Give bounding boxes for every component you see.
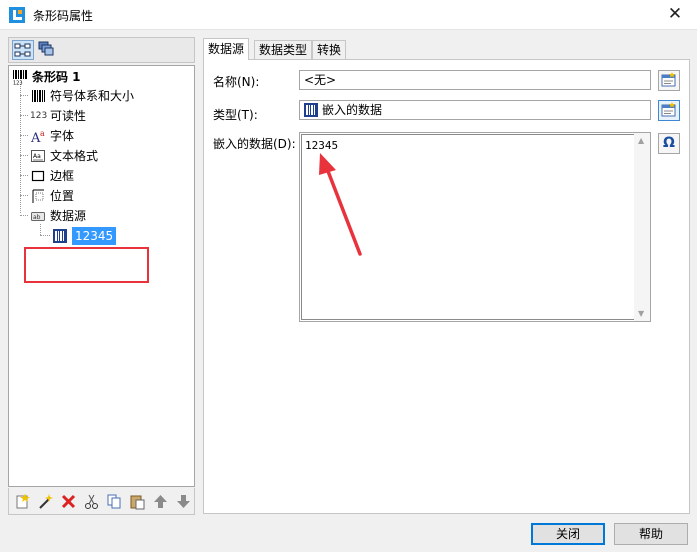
readable-123-icon: 123 <box>30 111 48 121</box>
tree-item-label: 位置 <box>50 189 75 203</box>
svg-text:a: a <box>40 129 45 138</box>
edit-properties-icon <box>661 72 676 87</box>
scroll-down-icon[interactable]: ▼ <box>638 309 644 318</box>
type-label: 类型(T): <box>213 108 258 122</box>
name-field[interactable]: <无> <box>299 70 651 90</box>
name-edit-button[interactable] <box>658 70 680 91</box>
annotation-arrow <box>319 153 362 256</box>
title-bar: 条形码属性 ✕ <box>0 0 697 30</box>
embedded-data-type-icon <box>304 103 318 117</box>
structure-view-button[interactable] <box>12 40 34 60</box>
name-label: 名称(N): <box>213 75 260 89</box>
move-down-icon[interactable] <box>175 493 192 510</box>
left-panel: 123 条形码 1 符号体系和大小 123 可读性 A a 字体 Aa 文本格式… <box>8 37 195 515</box>
font-icon: A a <box>30 129 45 144</box>
text-format-icon: Aa <box>31 150 45 162</box>
copy-icon[interactable] <box>106 493 123 510</box>
move-up-icon[interactable] <box>152 493 169 510</box>
tree-item-label: 文本格式 <box>50 149 99 163</box>
tab-data-type[interactable]: 数据类型 <box>254 40 313 60</box>
tree-actions-toolbar <box>8 488 195 515</box>
type-edit-button[interactable] <box>658 100 680 121</box>
paste-icon[interactable] <box>129 493 146 510</box>
selected-tree-item-label: 12345 <box>72 227 117 245</box>
cut-icon[interactable] <box>83 493 100 510</box>
tree-root-label: 条形码 1 <box>32 70 81 84</box>
scroll-up-icon[interactable]: ▲ <box>638 136 644 145</box>
type-field[interactable]: 嵌入的数据 <box>299 100 651 120</box>
barcode-icon: 123 <box>13 70 27 86</box>
svg-text:123: 123 <box>13 81 23 86</box>
tree-item-label: 符号体系和大小 <box>50 89 135 103</box>
data-source-icon: ab <box>31 212 45 221</box>
close-window-button[interactable]: ✕ <box>653 0 697 30</box>
left-toolbar <box>8 37 195 63</box>
embedded-data-icon <box>53 229 67 243</box>
insert-symbol-button[interactable]: Ω <box>658 133 680 154</box>
svg-text:Aa: Aa <box>33 153 41 160</box>
help-button[interactable]: 帮助 <box>614 523 688 545</box>
svg-text:ab: ab <box>33 214 41 221</box>
barcode-symbology-icon <box>32 90 45 102</box>
type-value: 嵌入的数据 <box>322 103 383 117</box>
layers-view-button[interactable] <box>36 40 58 60</box>
window-title: 条形码属性 <box>33 9 94 23</box>
position-icon <box>32 189 44 203</box>
tab-transform[interactable]: 转换 <box>312 40 347 60</box>
structure-view-icon <box>14 43 31 57</box>
close-button[interactable]: 关闭 <box>531 523 605 545</box>
properties-tree: 123 条形码 1 符号体系和大小 123 可读性 A a 字体 Aa 文本格式… <box>8 65 195 487</box>
delete-icon[interactable] <box>60 493 77 510</box>
tab-data-source[interactable]: 数据源 <box>203 38 250 60</box>
tree-item-label: 边框 <box>50 169 75 183</box>
tree-item-label: 字体 <box>50 129 75 143</box>
wizard-icon[interactable] <box>37 493 54 510</box>
annotation-highlight-box <box>24 247 149 283</box>
tree-item-label: 数据源 <box>50 209 87 223</box>
tree-item-label: 可读性 <box>50 109 87 123</box>
edit-properties-icon <box>661 102 676 117</box>
border-icon <box>31 170 45 182</box>
app-logo-icon <box>9 7 25 23</box>
vertical-scrollbar[interactable]: ▲ ▼ <box>634 133 650 321</box>
data-source-tab-page: 名称(N): <无> 类型(T): 嵌入的数据 嵌入的数据(D): 12345 … <box>203 59 690 514</box>
embedded-data-label: 嵌入的数据(D): <box>213 137 296 151</box>
new-icon[interactable] <box>14 493 31 510</box>
layers-view-icon <box>38 41 54 56</box>
